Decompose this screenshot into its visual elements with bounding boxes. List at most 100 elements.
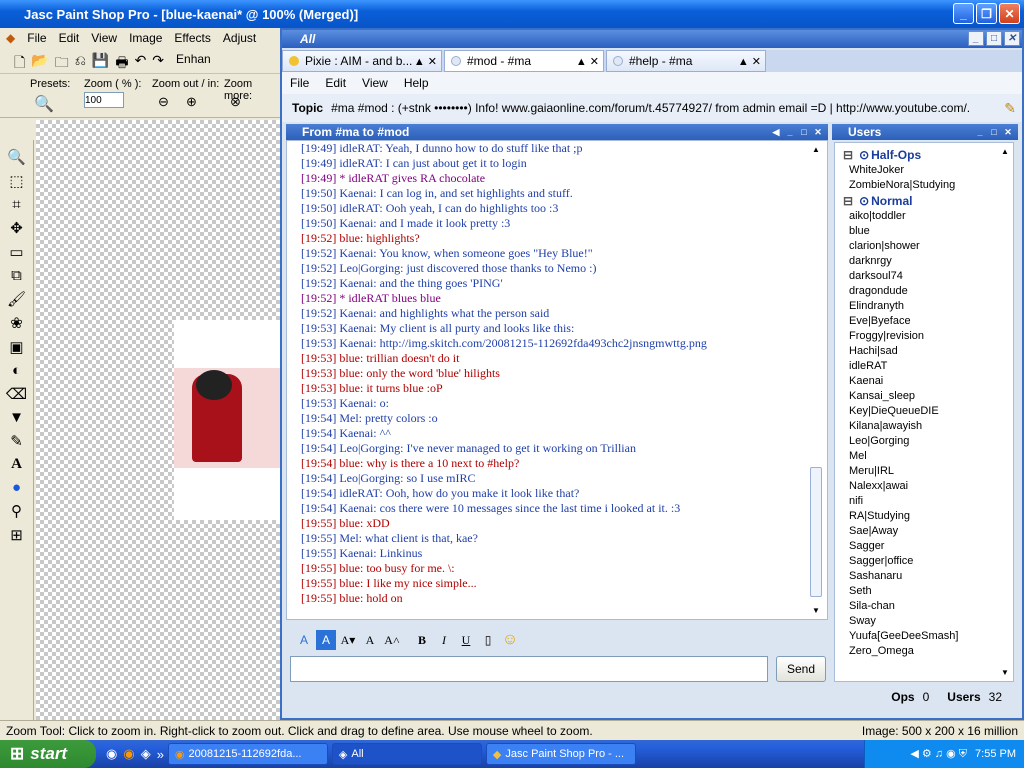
font-size-down-icon[interactable]: A▾ xyxy=(338,630,358,650)
topic-edit-icon[interactable]: ✎ xyxy=(1004,100,1016,117)
image-canvas[interactable] xyxy=(36,120,284,720)
new-icon[interactable]: 🗋 xyxy=(14,52,25,76)
users-scrollbar[interactable]: ▲ ▼ xyxy=(999,147,1011,677)
user-item[interactable]: Zero_Omega xyxy=(835,644,1013,659)
italic-icon[interactable]: I xyxy=(434,630,454,650)
send-button[interactable]: Send xyxy=(776,656,826,682)
shape-tool-icon[interactable]: ● xyxy=(12,479,21,496)
collapse-icon[interactable]: ⊟ xyxy=(843,194,853,208)
tab-pixie[interactable]: Pixie : AIM - and b... ▲ ✕ xyxy=(282,50,442,72)
zoom-preset-icon[interactable]: 🔍 xyxy=(34,94,54,114)
panel-close-button[interactable]: ✕ xyxy=(812,126,824,138)
tray-icons[interactable]: ◀ ⚙ ♫ ◉ ⛨ xyxy=(910,747,967,761)
zoom-more-icon[interactable]: ⊗ xyxy=(230,94,241,110)
panel-maximize-button[interactable]: □ xyxy=(798,126,810,138)
zoom-in-icon[interactable]: ⊕ xyxy=(186,94,197,110)
user-item[interactable]: darksoul74 xyxy=(835,269,1013,284)
user-item[interactable]: idleRAT xyxy=(835,359,1013,374)
user-item[interactable]: nifi xyxy=(835,494,1013,509)
user-item[interactable]: Sagger|office xyxy=(835,554,1013,569)
underline-icon[interactable]: U xyxy=(456,630,476,650)
restore-button[interactable]: ❐ xyxy=(976,3,997,24)
user-item[interactable]: Nalexx|awai xyxy=(835,479,1013,494)
chat-log[interactable]: [19:49] idleRAT: Yeah, I dunno how to do… xyxy=(286,140,828,620)
picture-tube-icon[interactable]: ❀ xyxy=(10,314,23,332)
frame-tool-icon[interactable]: ▣ xyxy=(9,338,23,356)
task-psp[interactable]: ◆ Jasc Paint Shop Pro - ... xyxy=(485,743,636,765)
menu-effects[interactable]: Effects xyxy=(174,31,210,45)
eraser-icon[interactable]: ⌫ xyxy=(6,385,27,403)
user-item[interactable]: ZombieNora|Studying xyxy=(835,178,1013,193)
user-item[interactable]: Sashanaru xyxy=(835,569,1013,584)
text-color-icon[interactable]: A xyxy=(294,630,314,650)
collapse-icon[interactable]: ⊟ xyxy=(843,148,853,162)
file-send-icon[interactable]: ▯ xyxy=(478,630,498,650)
tab-close-icon[interactable]: ▲ ✕ xyxy=(414,55,437,68)
zoom-out-icon[interactable]: ⊖ xyxy=(158,94,169,110)
menu-edit[interactable]: Edit xyxy=(59,31,80,45)
text-tool-icon[interactable]: A xyxy=(11,456,22,473)
user-item[interactable]: Kaenai xyxy=(835,374,1013,389)
paint-brush-icon[interactable]: 🖌 xyxy=(7,290,26,308)
menu-image[interactable]: Image xyxy=(129,31,162,45)
bold-icon[interactable]: B xyxy=(412,630,432,650)
scroll-up-icon[interactable]: ▲ xyxy=(809,145,823,154)
crop-tool-icon[interactable]: ⌗ xyxy=(12,196,20,213)
open-icon[interactable]: 📂 xyxy=(31,52,48,76)
menu-adjust[interactable]: Adjust xyxy=(223,31,256,45)
task-trillian[interactable]: ◈ All xyxy=(331,743,482,765)
user-item[interactable]: Hachi|sad xyxy=(835,344,1013,359)
user-item[interactable]: blue xyxy=(835,224,1013,239)
tab-help[interactable]: #help - #ma ▲ ✕ xyxy=(606,50,766,72)
save-icon[interactable]: 💾 xyxy=(92,52,109,76)
users-list[interactable]: ⊟ ⊙ Half-Ops WhiteJoker ZombieNora|Studying ⊟… xyxy=(834,142,1014,682)
trillian-minimize-button[interactable]: _ xyxy=(968,31,984,46)
close-button[interactable]: ✕ xyxy=(999,3,1020,24)
pen-tool-icon[interactable]: ✎ xyxy=(10,432,23,450)
sound-icon[interactable]: ◀ xyxy=(770,126,782,138)
menu-edit[interactable]: Edit xyxy=(325,76,346,90)
marquee-tool-icon[interactable]: ▭ xyxy=(9,243,23,261)
trillian-close-button[interactable]: ✕ xyxy=(1004,31,1020,46)
user-item[interactable]: Froggy|revision xyxy=(835,329,1013,344)
user-group-header[interactable]: ⊟ ⊙ Normal xyxy=(835,193,1013,209)
user-item[interactable]: Seth xyxy=(835,584,1013,599)
user-item[interactable]: Yuufa[GeeDeeSmash] xyxy=(835,629,1013,644)
user-item[interactable]: Leo|Gorging xyxy=(835,434,1013,449)
undo-icon[interactable]: ↶ xyxy=(135,52,147,76)
user-item[interactable]: Sagger xyxy=(835,539,1013,554)
panel-minimize-button[interactable]: _ xyxy=(784,126,796,138)
warp-tool-icon[interactable]: ⊞ xyxy=(10,526,23,544)
clone-tool-icon[interactable]: ⧉ xyxy=(11,267,22,284)
print-icon[interactable]: 🖶 xyxy=(115,52,128,76)
dodge-tool-icon[interactable]: ◐ xyxy=(12,362,21,379)
user-item[interactable]: RA|Studying xyxy=(835,509,1013,524)
quicklaunch-ie-icon[interactable]: ◉ xyxy=(106,746,117,762)
start-button[interactable]: ⊞ start xyxy=(0,740,96,768)
menu-view[interactable]: View xyxy=(91,31,117,45)
tab-close-icon[interactable]: ▲ ✕ xyxy=(576,55,599,68)
user-item[interactable]: aiko|toddler xyxy=(835,209,1013,224)
fill-tool-icon[interactable]: ▼ xyxy=(9,409,24,426)
quicklaunch-trillian-icon[interactable]: ◈ xyxy=(141,746,151,762)
trillian-maximize-button[interactable]: □ xyxy=(986,31,1002,46)
tab-mod[interactable]: #mod - #ma ▲ ✕ xyxy=(444,50,604,72)
scroll-up-icon[interactable]: ▲ xyxy=(999,147,1011,156)
zoom-input[interactable] xyxy=(84,92,124,108)
scroll-down-icon[interactable]: ▼ xyxy=(809,606,823,615)
user-item[interactable]: Eve|Byeface xyxy=(835,314,1013,329)
dropper-icon[interactable]: ⚲ xyxy=(11,502,22,520)
browse-icon[interactable]: 🗀 xyxy=(55,52,69,76)
user-item[interactable]: Kansai_sleep xyxy=(835,389,1013,404)
user-item[interactable]: darknrgy xyxy=(835,254,1013,269)
panel-minimize-button[interactable]: _ xyxy=(974,126,986,138)
user-item[interactable]: Sway xyxy=(835,614,1013,629)
font-reset-icon[interactable]: A xyxy=(360,630,380,650)
user-item[interactable]: Sila-chan xyxy=(835,599,1013,614)
redo-icon[interactable]: ↷ xyxy=(152,52,164,76)
menu-file[interactable]: File xyxy=(290,76,309,90)
menu-help[interactable]: Help xyxy=(404,76,429,90)
user-item[interactable]: Meru|IRL xyxy=(835,464,1013,479)
user-item[interactable]: dragondude xyxy=(835,284,1013,299)
scan-icon[interactable]: ⎌ xyxy=(75,52,86,76)
